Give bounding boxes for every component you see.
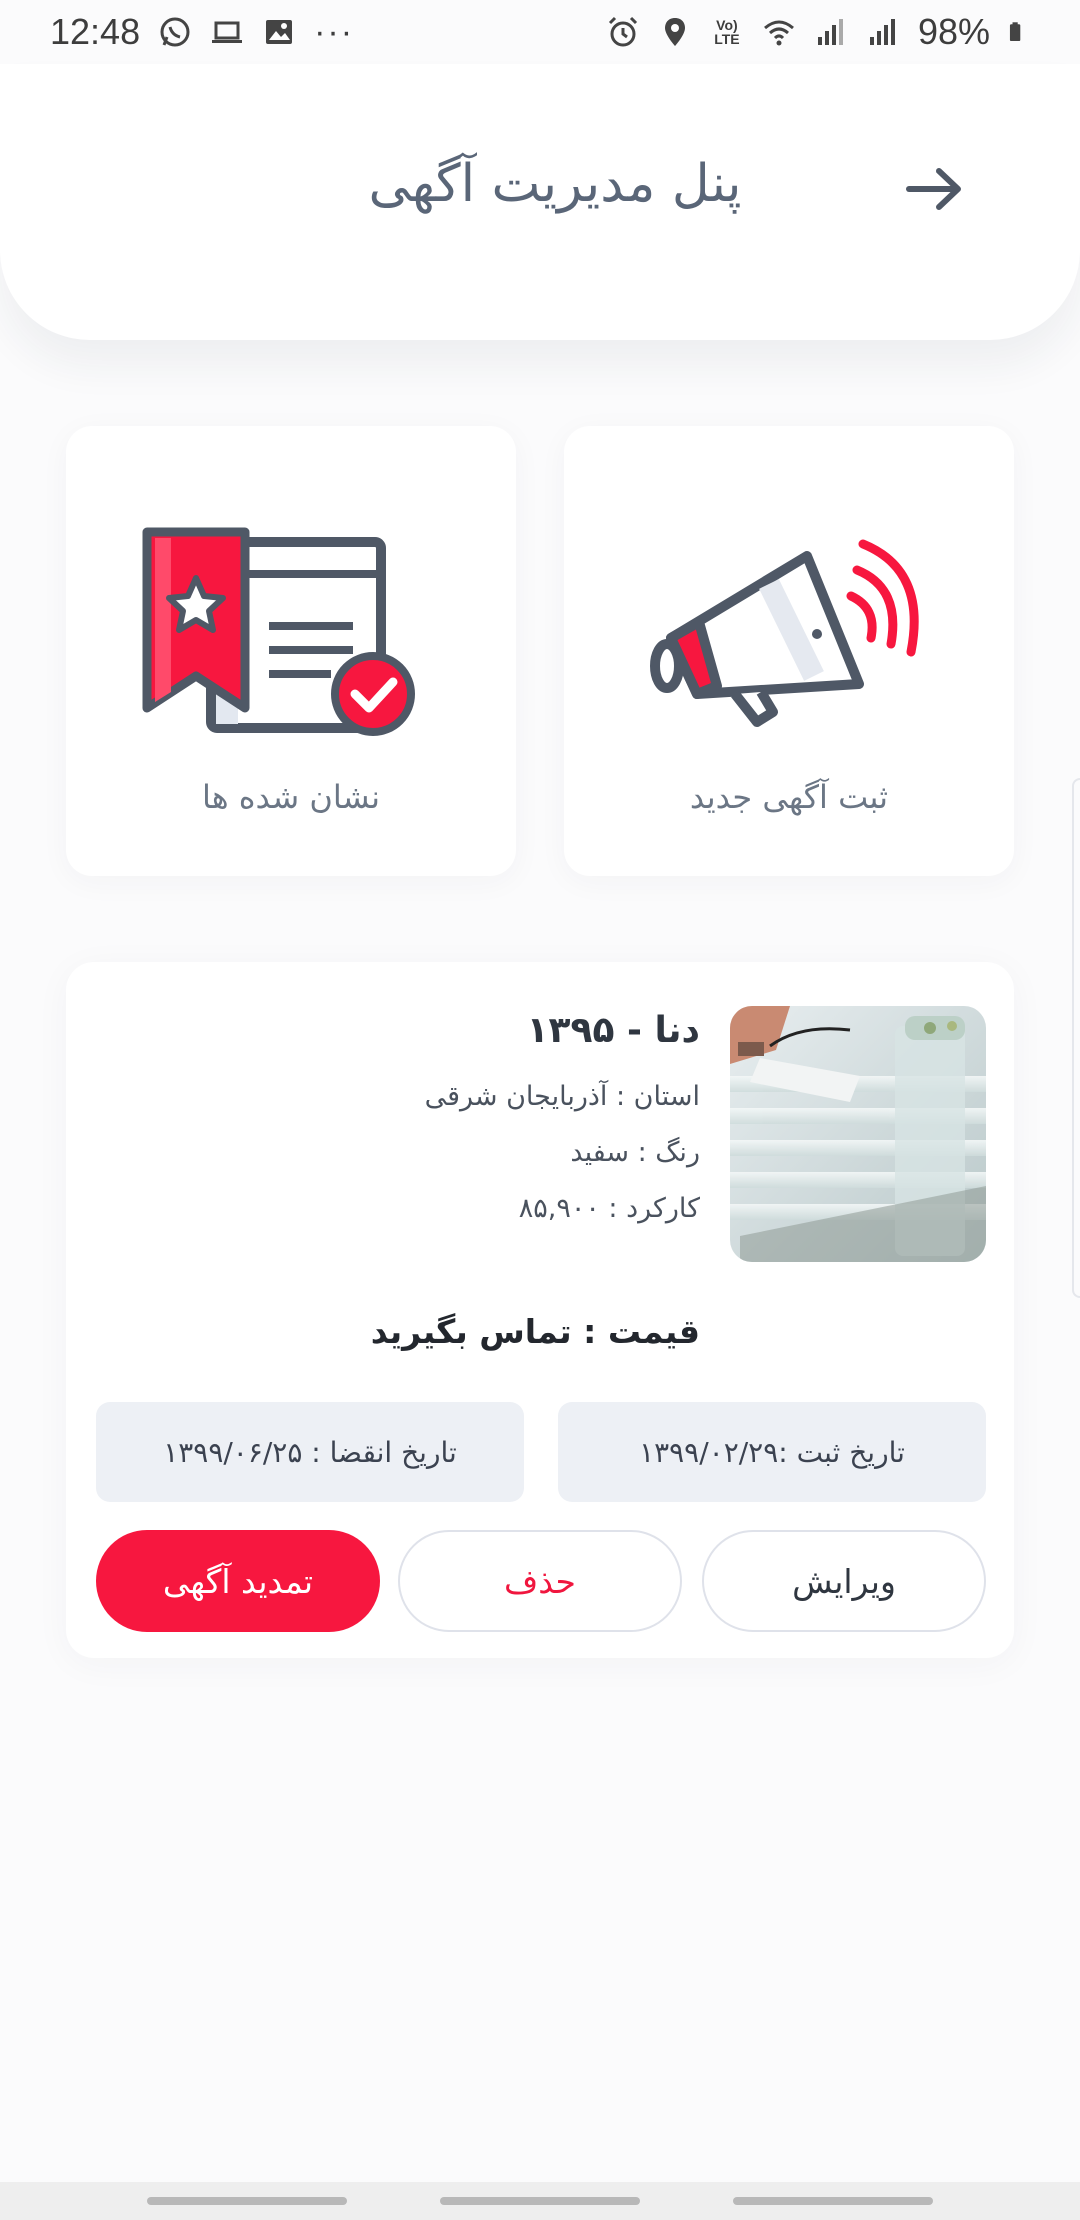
alarm-icon	[608, 16, 637, 47]
new-ad-label: ثبت آگهی جدید	[689, 778, 889, 816]
status-bar-left: 12:48 ···	[50, 11, 354, 53]
signal-icon-sim2	[869, 19, 895, 45]
header: پنل مدیریت آگهی	[0, 64, 1080, 340]
back-button[interactable]	[900, 154, 970, 224]
ad-photo-image	[730, 1006, 986, 1262]
bookmarks-label: نشان شده ها	[201, 778, 381, 816]
location-icon	[664, 18, 685, 46]
ad-mileage: کارکرد : ۸۵,۹۰۰	[518, 1193, 700, 1224]
ad-card: دنا - ۱۳۹۵ استان : آذربایجان شرقی رنگ : …	[66, 962, 1014, 1658]
expiry-date: تاریخ انقضا : ۱۳۹۹/۰۶/۲۵	[96, 1402, 524, 1502]
screen: 12:48 ··· Vo) LTE 98% پنل مدیریت آگهی ثب…	[0, 0, 1080, 2220]
ad-info: دنا - ۱۳۹۵ استان : آذربایجان شرقی رنگ : …	[140, 1006, 700, 1224]
ad-photo[interactable]	[730, 1006, 986, 1262]
edit-button[interactable]: ویرایش	[702, 1530, 986, 1632]
registered-date: تاریخ ثبت :۱۳۹۹/۰۲/۲۹	[558, 1402, 986, 1502]
ad-price: قیمت : تماس بگیرید	[370, 1312, 700, 1351]
new-ad-tile[interactable]: ثبت آگهی جدید	[564, 426, 1014, 876]
bookmarked-list-icon	[142, 527, 415, 736]
battery-icon	[1009, 22, 1021, 42]
delete-button[interactable]: حذف	[398, 1530, 682, 1632]
system-nav-bar	[0, 2182, 1080, 2220]
renew-ad-button[interactable]: تمدید آگهی	[96, 1530, 380, 1632]
laptop-icon	[212, 21, 243, 43]
status-bar: 12:48 ··· Vo) LTE 98%	[0, 0, 1080, 64]
wifi-icon	[763, 20, 794, 46]
clock: 12:48	[50, 11, 141, 52]
ad-color: رنگ : سفید	[570, 1137, 700, 1168]
nav-recent-button[interactable]	[146, 2197, 347, 2205]
megaphone-icon	[650, 539, 919, 727]
battery-percent: 98%	[917, 11, 990, 52]
side-panel-handle[interactable]	[1072, 778, 1080, 1298]
nav-back-button[interactable]	[733, 2197, 934, 2205]
status-bar-right: Vo) LTE 98%	[606, 11, 1030, 53]
ad-province: استان : آذربایجان شرقی	[424, 1081, 700, 1112]
bookmarks-tile[interactable]: نشان شده ها	[66, 426, 516, 876]
image-icon	[266, 20, 293, 44]
arrow-right-icon	[906, 168, 961, 210]
volte-icon: Vo) LTE	[714, 17, 740, 47]
signal-icon-sim1	[817, 19, 843, 45]
whatsapp-icon	[160, 17, 190, 47]
ad-title: دنا - ۱۳۹۵	[526, 1010, 700, 1051]
more-notifications-icon: ···	[314, 12, 355, 51]
nav-home-button[interactable]	[439, 2197, 640, 2205]
